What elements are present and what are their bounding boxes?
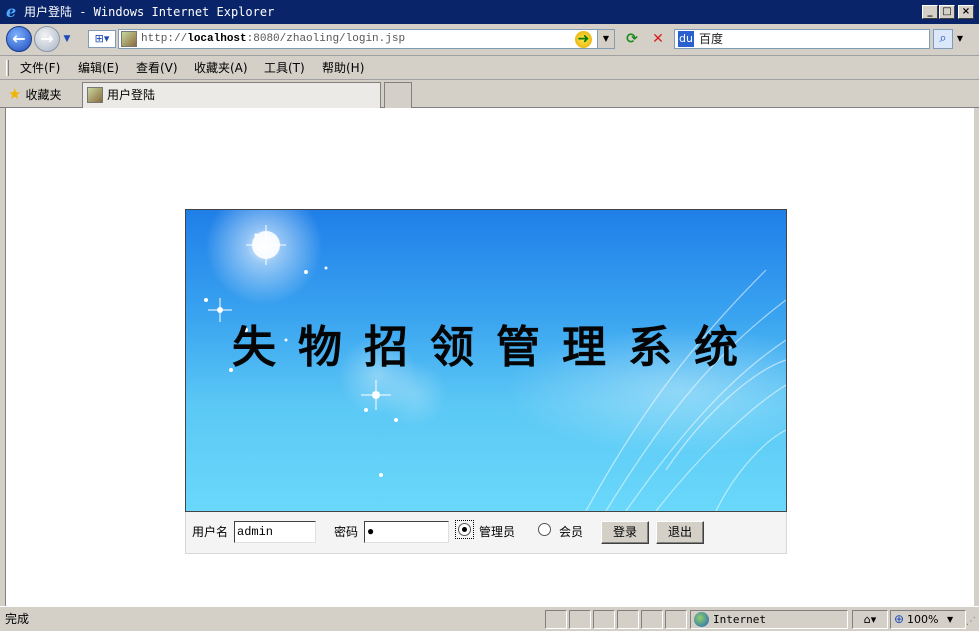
menu-file[interactable]: 文件(F) (20, 60, 60, 76)
menu-view[interactable]: 查看(V) (136, 60, 178, 76)
username-label: 用户名 (192, 525, 229, 539)
page-content: 失物招领管理系统 用户名 admin 密码 ● 管理员 会员 登录 退出 (5, 108, 974, 606)
compatibility-view-button[interactable]: ⊞▾ (88, 30, 116, 48)
page-icon (121, 31, 137, 47)
exit-button[interactable]: 退出 (656, 521, 704, 544)
zoom-text: 100% (907, 613, 939, 626)
address-field[interactable]: http://localhost:8080/zhaoling/login.jsp… (118, 29, 615, 49)
security-zone[interactable]: Internet (690, 610, 848, 629)
banner-image: 失物招领管理系统 (185, 209, 787, 512)
role-admin-label[interactable]: 管理员 (479, 524, 515, 540)
tab-label: 用户登陆 (107, 88, 156, 102)
status-pane (641, 610, 663, 629)
role-admin-radio[interactable] (458, 523, 471, 536)
title-bar: e 用户登陆 - Windows Internet Explorer _ □ × (0, 0, 979, 24)
status-bar: 完成 Internet ⌂▾ ⊕ 100% ▼ ⋰ (0, 606, 979, 631)
recent-pages-dropdown-icon[interactable]: ▼ (62, 34, 72, 44)
menu-bar: 文件(F) 编辑(E) 查看(V) 收藏夹(A) 工具(T) 帮助(H) (0, 56, 979, 80)
maximize-button[interactable]: □ (939, 5, 955, 19)
refresh-icon[interactable]: ⟳ (621, 29, 643, 49)
address-toolbar: ← → ▼ ⊞▾ http://localhost:8080/zhaoling/… (0, 24, 979, 56)
menu-edit[interactable]: 编辑(E) (78, 60, 119, 76)
close-button[interactable]: × (958, 5, 974, 19)
window-title: 用户登陆 - Windows Internet Explorer (24, 5, 275, 19)
password-label: 密码 (334, 525, 359, 539)
status-pane (593, 610, 615, 629)
zone-text: Internet (713, 613, 766, 626)
password-input[interactable]: ● (364, 521, 449, 543)
status-pane (569, 610, 591, 629)
menu-favorites[interactable]: 收藏夹(A) (194, 60, 248, 76)
ie-logo-icon: e (6, 2, 17, 21)
favorites-label: 收藏夹 (25, 88, 62, 102)
login-form: 用户名 admin 密码 ● 管理员 会员 登录 退出 (185, 512, 787, 554)
baidu-icon: du (678, 31, 694, 47)
address-dropdown-icon[interactable]: ▼ (597, 30, 614, 48)
status-text: 完成 (5, 612, 30, 626)
tab-bar: ★ 收藏夹 用户登陆 (0, 80, 979, 108)
star-icon: ★ (8, 85, 22, 103)
username-input[interactable]: admin (234, 521, 316, 543)
stop-icon[interactable]: ✕ (647, 29, 669, 49)
search-placeholder: 百度 (699, 32, 724, 46)
menu-tools[interactable]: 工具(T) (264, 60, 305, 76)
minimize-button[interactable]: _ (922, 5, 938, 19)
resize-grip-icon[interactable]: ⋰ (966, 615, 978, 629)
back-button[interactable]: ← (6, 26, 32, 52)
status-pane (545, 610, 567, 629)
role-member-label[interactable]: 会员 (559, 524, 583, 540)
globe-icon (694, 612, 709, 627)
protected-mode-icon[interactable]: ⌂▾ (852, 610, 888, 629)
new-tab-button[interactable] (384, 82, 412, 108)
status-pane (617, 610, 639, 629)
system-title: 失物招领管理系统 (232, 322, 760, 373)
tab-user-login[interactable]: 用户登陆 (82, 82, 381, 108)
zoom-icon: ⊕ (894, 612, 905, 626)
role-member-radio[interactable] (538, 523, 551, 536)
go-icon[interactable]: ➜ (575, 31, 592, 48)
toolbar-grip (6, 60, 9, 76)
forward-button[interactable]: → (34, 26, 60, 52)
url-text[interactable]: http://localhost:8080/zhaoling/login.jsp (141, 31, 405, 47)
search-options-dropdown-icon[interactable]: ▼ (953, 29, 967, 49)
search-icon[interactable]: ⌕ (933, 29, 953, 49)
menu-help[interactable]: 帮助(H) (322, 60, 364, 76)
zoom-dropdown-icon[interactable]: ▼ (947, 612, 953, 627)
favorites-button[interactable]: ★ 收藏夹 (8, 85, 61, 103)
login-button[interactable]: 登录 (601, 521, 649, 544)
page-icon (87, 87, 103, 103)
search-input[interactable]: du 百度 (674, 29, 930, 49)
zoom-control[interactable]: ⊕ 100% ▼ (890, 610, 966, 629)
status-pane (665, 610, 687, 629)
